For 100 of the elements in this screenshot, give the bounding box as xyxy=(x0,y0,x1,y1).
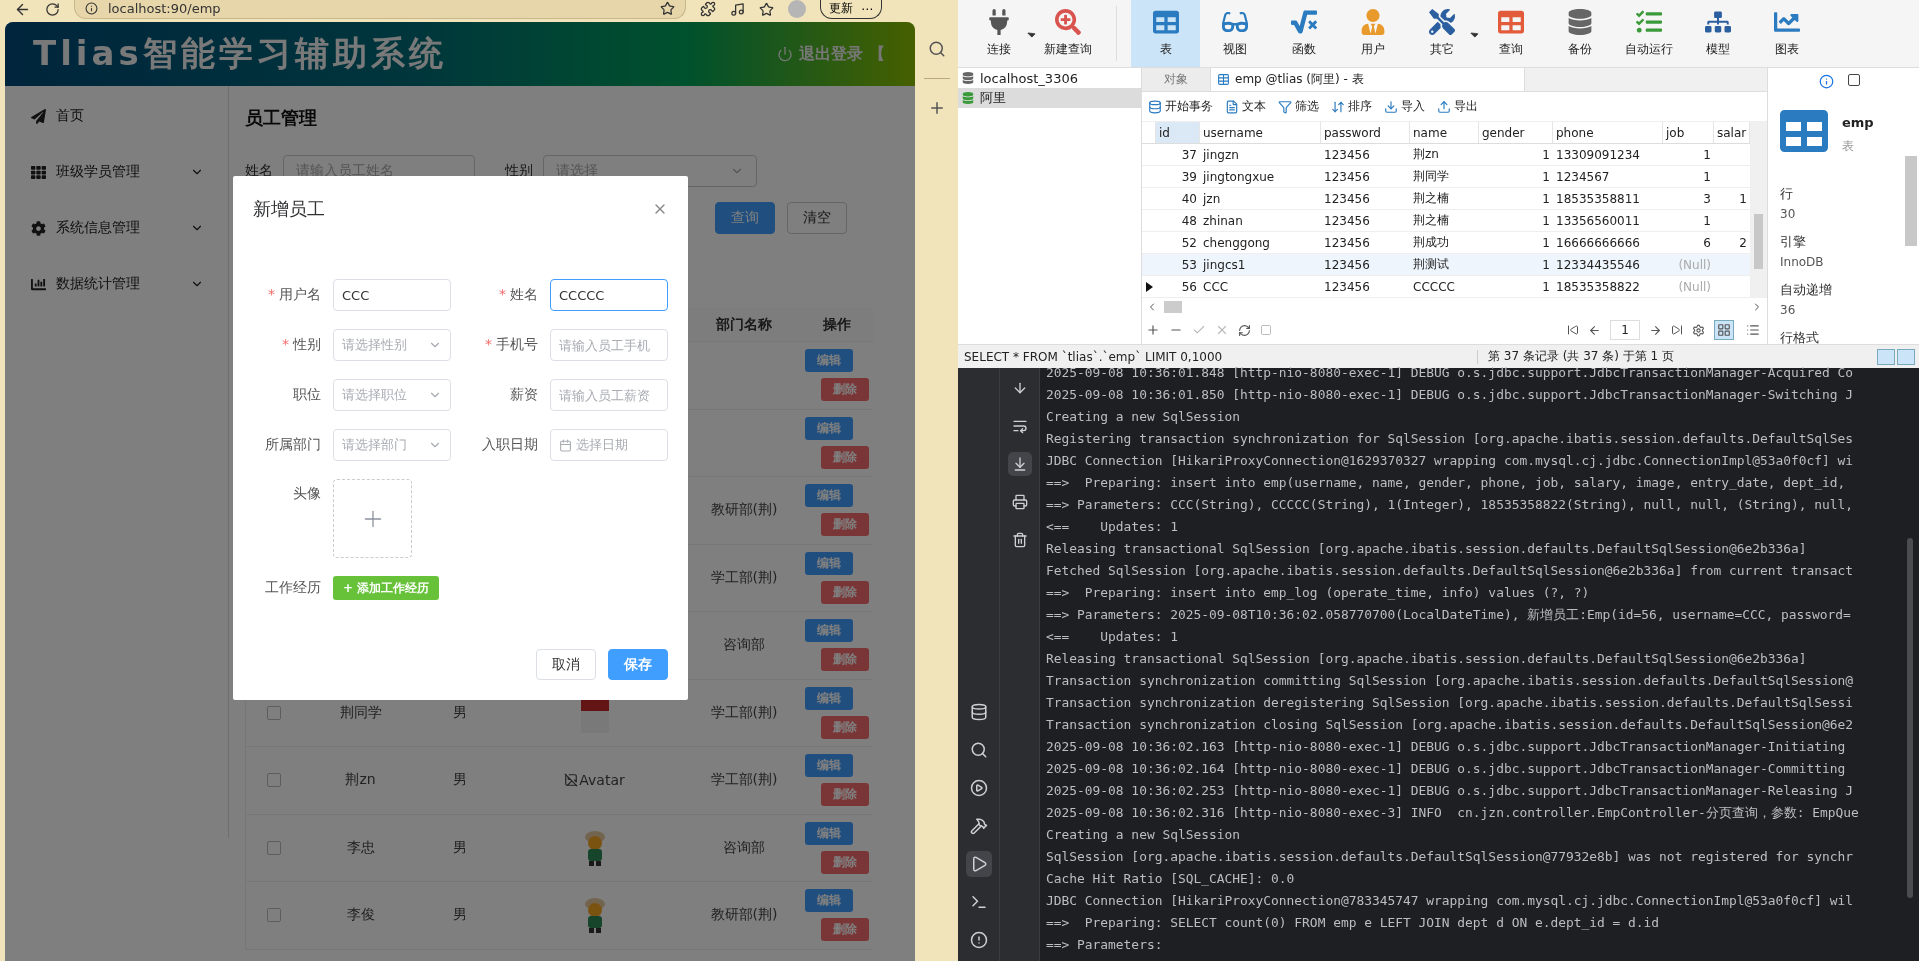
star-icon[interactable] xyxy=(759,1,774,17)
toolbar-button[interactable]: 视图 xyxy=(1200,0,1269,67)
table-name: emp xyxy=(1842,115,1874,130)
log-line: Releasing transactional SqlSession [org.apache.ibatis.session.defaults.DefaultSqlSession@6e2b336a] xyxy=(1046,650,1808,668)
log-line: 2025-09-08 10:36:02.163 [http-nio-8080-exec-1] DEBUG o.s.jdbc.support.JdbcTransactionManager-Initiating xyxy=(1046,738,1847,756)
panel-toggle[interactable] xyxy=(1877,348,1895,365)
vertical-scrollbar[interactable] xyxy=(1750,122,1767,298)
grid-cell-text: 6 xyxy=(1702,235,1712,250)
settings-icon[interactable] xyxy=(1692,323,1705,337)
puzzle-icon[interactable] xyxy=(700,1,716,17)
toolbar-icon xyxy=(1359,9,1386,35)
input-field[interactable]: 请输入员工手机 xyxy=(550,329,668,361)
next-icon[interactable] xyxy=(1649,323,1662,337)
toolbar-button[interactable]: 自动运行 xyxy=(1614,0,1683,67)
star-icon[interactable] xyxy=(660,1,675,16)
address-bar[interactable]: localhost:90/emp xyxy=(74,0,686,19)
table-icon xyxy=(1780,107,1828,155)
scrollbar-thumb[interactable] xyxy=(1754,214,1763,269)
plus-icon[interactable] xyxy=(1146,323,1160,337)
refresh-icon[interactable] xyxy=(1238,323,1251,337)
cancel-button[interactable]: 取消 xyxy=(536,649,596,680)
update-button[interactable]: 更新 ⋯ xyxy=(820,0,882,19)
log-line: Registering transaction synchronization for SqlSession [org.apache.ibatis.session.defaults.DefaultSqlSes xyxy=(1046,430,1855,448)
log-line: Cache Hit Ratio [SQL_CACHE]: 0.0 xyxy=(1046,870,1296,888)
scrollbar-thumb[interactable] xyxy=(1164,301,1182,313)
clear-button[interactable]: 清空 xyxy=(787,202,847,234)
tool-icon xyxy=(969,893,988,911)
table-cell: 李忠 xyxy=(346,838,375,857)
toolbar-button[interactable]: 其它 xyxy=(1407,0,1476,67)
column-header[interactable]: id xyxy=(1156,122,1200,143)
first-page-icon[interactable] xyxy=(1567,324,1579,336)
log-line: 2025-09-08 10:36:02.164 [http-nio-8080-exec-1] DEBUG o.s.jdbc.support.JdbcTransactionManager-Committing xyxy=(1046,760,1847,778)
page-number-field[interactable]: 1 xyxy=(1610,320,1640,340)
menu-item[interactable]: 系统信息管理 xyxy=(5,200,228,256)
action-button[interactable]: 导入 xyxy=(1384,98,1425,115)
tool-window-button[interactable] xyxy=(965,851,992,877)
column-header[interactable]: username xyxy=(1200,122,1321,143)
toolbar-button[interactable]: 图表 xyxy=(1752,0,1821,67)
column-header[interactable]: gender xyxy=(1479,122,1553,143)
column-header[interactable]: job xyxy=(1663,122,1714,143)
log-line: <== Updates: 1 xyxy=(1046,518,1179,536)
grid-cell-text: 1 xyxy=(1541,279,1551,294)
grid-row[interactable]: 40 jzn 123456 荆之楠 1 18535358811 3 1 xyxy=(1142,188,1750,210)
grid-row[interactable]: 53 jingcs1 123456 荆测试 1 12334435546 (Null) xyxy=(1142,254,1750,276)
grid-cell-text: 12334435546 xyxy=(1555,257,1641,272)
console-tool-button[interactable] xyxy=(1007,452,1032,476)
action-icon xyxy=(1437,99,1451,114)
toolbar-button[interactable]: 模型 xyxy=(1683,0,1752,67)
console-scrollbar[interactable] xyxy=(1907,538,1913,898)
music-icon[interactable] xyxy=(730,1,745,17)
menu-item[interactable]: 数据统计管理 xyxy=(5,256,228,312)
toolbar-button[interactable]: 新建查询 xyxy=(1033,0,1102,67)
action-button[interactable]: 开始事务 xyxy=(1148,98,1213,115)
row-checkbox[interactable] xyxy=(266,773,281,788)
object-tab[interactable]: emp @tlias (阿里) - 表 xyxy=(1211,68,1525,91)
toolbar-icon xyxy=(1635,9,1662,35)
action-button[interactable]: 排序 xyxy=(1331,98,1372,115)
info-icon[interactable] xyxy=(1819,74,1834,89)
toolbar-button[interactable]: 函数 xyxy=(1269,0,1338,67)
field-label: * 性别 xyxy=(281,336,322,354)
scrollbar-thumb[interactable] xyxy=(1905,156,1917,246)
row-checkbox[interactable] xyxy=(266,908,281,923)
ddl-icon[interactable] xyxy=(1848,74,1860,86)
column-header[interactable]: phone xyxy=(1553,122,1663,143)
field-label: * 用户名 xyxy=(267,286,322,304)
toolbar-button[interactable]: 表 xyxy=(1131,0,1200,67)
action-button[interactable]: 筛选 xyxy=(1278,98,1319,115)
check-icon[interactable] xyxy=(1192,323,1206,337)
grid-view-button[interactable] xyxy=(1714,320,1734,340)
toolbar-button[interactable]: 用户 xyxy=(1338,0,1407,67)
row-checkbox[interactable] xyxy=(266,705,281,720)
row-checkbox[interactable] xyxy=(266,840,281,855)
object-tab[interactable]: 对象 xyxy=(1142,68,1211,91)
action-button[interactable]: 导出 xyxy=(1437,98,1478,115)
grid-cell-text: 1 xyxy=(1738,191,1748,206)
grid-cell-text: jingcs1 xyxy=(1201,257,1247,272)
toolbar-button[interactable]: 查询 xyxy=(1476,0,1545,67)
column-header[interactable]: name xyxy=(1410,122,1479,143)
grid-row[interactable]: 48 zhinan 123456 荆之楠 1 13356560011 1 xyxy=(1142,210,1750,232)
action-button[interactable]: 文本 xyxy=(1225,98,1266,115)
input-field[interactable]: CCC xyxy=(333,279,451,311)
previous-icon[interactable] xyxy=(1588,323,1601,337)
input-field[interactable]: 请输入员工薪资 xyxy=(550,379,668,411)
tool-icon xyxy=(969,817,988,835)
panel-toggle[interactable] xyxy=(1897,348,1915,365)
toolbar-button[interactable]: 连接 xyxy=(964,0,1033,67)
menu-item[interactable]: 首页 xyxy=(5,88,228,144)
connection-item[interactable]: localhost_3306 xyxy=(958,68,1141,88)
reload-icon[interactable] xyxy=(45,1,60,17)
grid-cell-text: 123456 xyxy=(1323,191,1371,206)
column-header[interactable]: password xyxy=(1321,122,1410,143)
action-icon xyxy=(1331,99,1345,114)
search-icon[interactable] xyxy=(927,40,946,58)
connection-item[interactable]: 阿里 xyxy=(958,88,1141,108)
input-field[interactable]: CCCCC xyxy=(550,279,668,311)
last-page-icon[interactable] xyxy=(1671,324,1683,336)
toolbar-button[interactable]: 备份 xyxy=(1545,0,1614,67)
menu-item[interactable]: 班级学员管理 xyxy=(5,144,228,200)
table-icon xyxy=(1217,73,1230,86)
property-value: InnoDB xyxy=(1780,255,1825,269)
